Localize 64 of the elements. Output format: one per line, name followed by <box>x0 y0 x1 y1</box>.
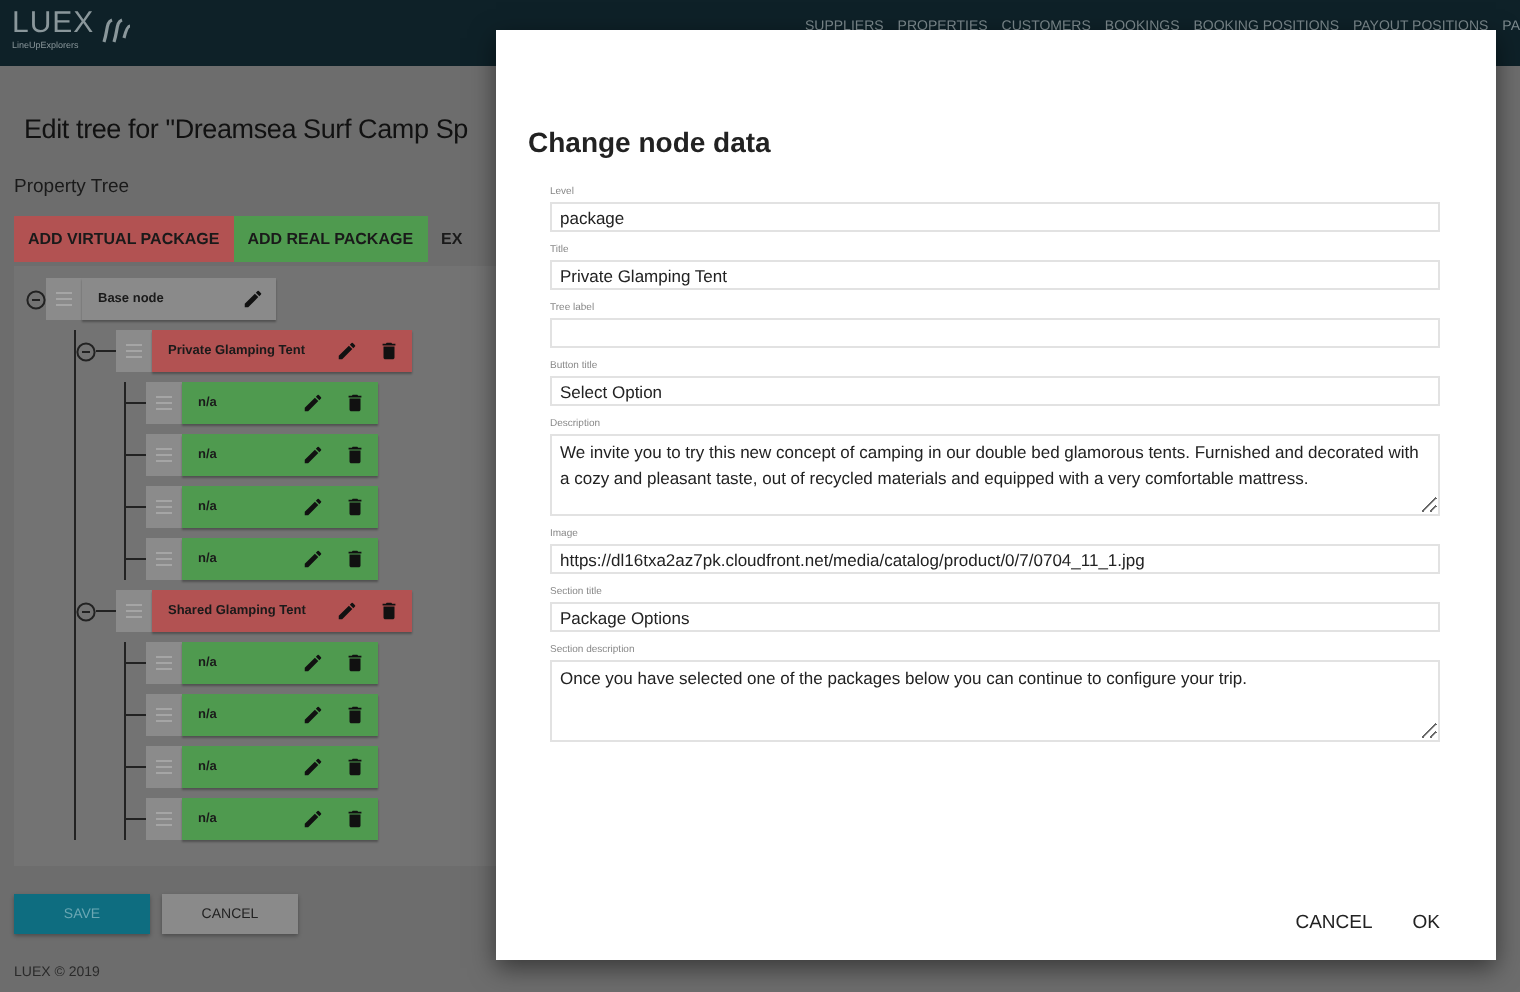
drag-handle-icon[interactable] <box>156 812 172 826</box>
drag-handle-icon[interactable] <box>156 760 172 774</box>
collapse-icon[interactable] <box>76 601 96 621</box>
dialog-title: Change node data <box>528 126 773 158</box>
trash-icon[interactable] <box>378 600 400 622</box>
toolbar-button[interactable]: EX <box>427 216 477 262</box>
trash-icon[interactable] <box>344 756 366 778</box>
pencil-icon[interactable] <box>302 704 324 726</box>
input-field[interactable]: https://dl16txa2az7pk.cloudfront.net/media/catalog/product/0/7/0704_11_1.jpg <box>550 544 1440 574</box>
pencil-icon[interactable] <box>336 340 358 362</box>
input-field[interactable]: Package Options <box>550 602 1440 632</box>
drag-handle[interactable] <box>146 434 182 476</box>
pencil-icon[interactable] <box>302 496 324 518</box>
text-area[interactable]: We invite you to try this new concept of camping in our double bed glamorous tents. Furnished and decorated with a cozy and pleasant taste, out of recycled materials and equipped with a very comfortable mattress. <box>550 434 1440 516</box>
pencil-icon[interactable] <box>302 444 324 466</box>
drag-handle[interactable] <box>146 538 182 580</box>
drag-handle[interactable] <box>146 486 182 528</box>
drag-handle[interactable] <box>146 382 182 424</box>
logo-text: LUEX <box>12 8 95 40</box>
trash-icon[interactable] <box>344 808 366 830</box>
drag-handle-icon[interactable] <box>156 500 172 514</box>
pencil-icon[interactable] <box>302 392 324 414</box>
trash-icon[interactable] <box>344 548 366 570</box>
drag-handle[interactable] <box>116 590 152 632</box>
wave-logo-icon <box>100 14 133 46</box>
drag-handle-icon[interactable] <box>156 396 172 410</box>
trash-icon[interactable] <box>378 340 400 362</box>
collapse-icon[interactable] <box>76 341 96 361</box>
pencil-icon[interactable] <box>302 548 324 570</box>
input-field[interactable]: Private Glamping Tent <box>550 260 1440 290</box>
trash-icon[interactable] <box>344 652 366 674</box>
drag-handle[interactable] <box>146 642 182 684</box>
toolbar-button[interactable]: ADD REAL PACKAGE <box>233 216 428 262</box>
pencil-icon[interactable] <box>302 808 324 830</box>
drag-handle-icon[interactable] <box>156 448 172 462</box>
drag-handle[interactable] <box>146 798 182 840</box>
section-label: Property Tree <box>14 176 132 198</box>
drag-handle[interactable] <box>46 278 82 320</box>
drag-handle[interactable] <box>146 746 182 788</box>
drag-handle[interactable] <box>146 694 182 736</box>
input-field[interactable] <box>550 318 1440 348</box>
input-field[interactable]: Select Option <box>550 376 1440 406</box>
drag-handle-icon[interactable] <box>56 292 72 306</box>
drag-handle-icon[interactable] <box>126 344 142 358</box>
text-area[interactable]: Once you have selected one of the packages below you can continue to configure your trip. <box>550 660 1440 742</box>
trash-icon[interactable] <box>344 496 366 518</box>
drag-handle[interactable] <box>116 330 152 372</box>
trash-icon[interactable] <box>344 444 366 466</box>
pencil-icon[interactable] <box>302 652 324 674</box>
drag-handle-icon[interactable] <box>156 708 172 722</box>
drag-handle-icon[interactable] <box>156 552 172 566</box>
input-field[interactable]: package <box>550 202 1440 232</box>
pencil-icon[interactable] <box>302 756 324 778</box>
pencil-icon[interactable] <box>242 288 264 310</box>
dialog-button[interactable]: OK <box>1412 912 1440 934</box>
toolbar-button[interactable]: ADD VIRTUAL PACKAGE <box>14 216 234 262</box>
trash-icon[interactable] <box>344 392 366 414</box>
pencil-icon[interactable] <box>336 600 358 622</box>
dialog-button[interactable]: CANCEL <box>1295 912 1373 934</box>
collapse-icon[interactable] <box>26 289 46 309</box>
drag-handle-icon[interactable] <box>126 604 142 618</box>
page-title: Edit tree for "Dreamsea Surf Camp Sp <box>24 114 470 144</box>
trash-icon[interactable] <box>344 704 366 726</box>
drag-handle-icon[interactable] <box>156 656 172 670</box>
